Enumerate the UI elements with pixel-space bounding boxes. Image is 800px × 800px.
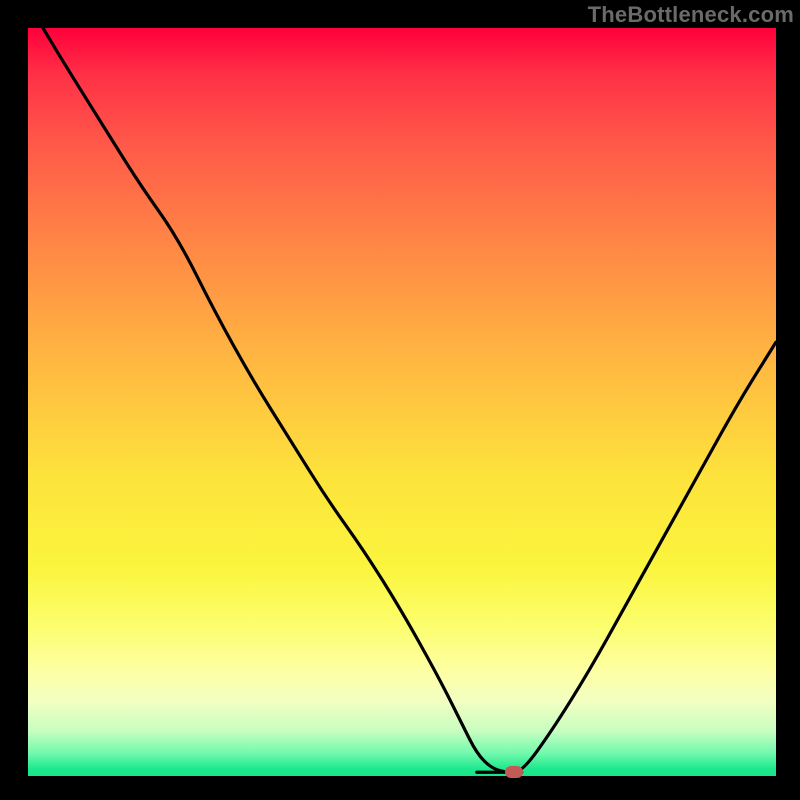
- chart-stage: TheBottleneck.com: [0, 0, 800, 800]
- bottleneck-curve: [43, 28, 776, 772]
- optimum-marker: [505, 766, 523, 778]
- watermark-text: TheBottleneck.com: [588, 2, 794, 28]
- curve-layer: [0, 0, 800, 800]
